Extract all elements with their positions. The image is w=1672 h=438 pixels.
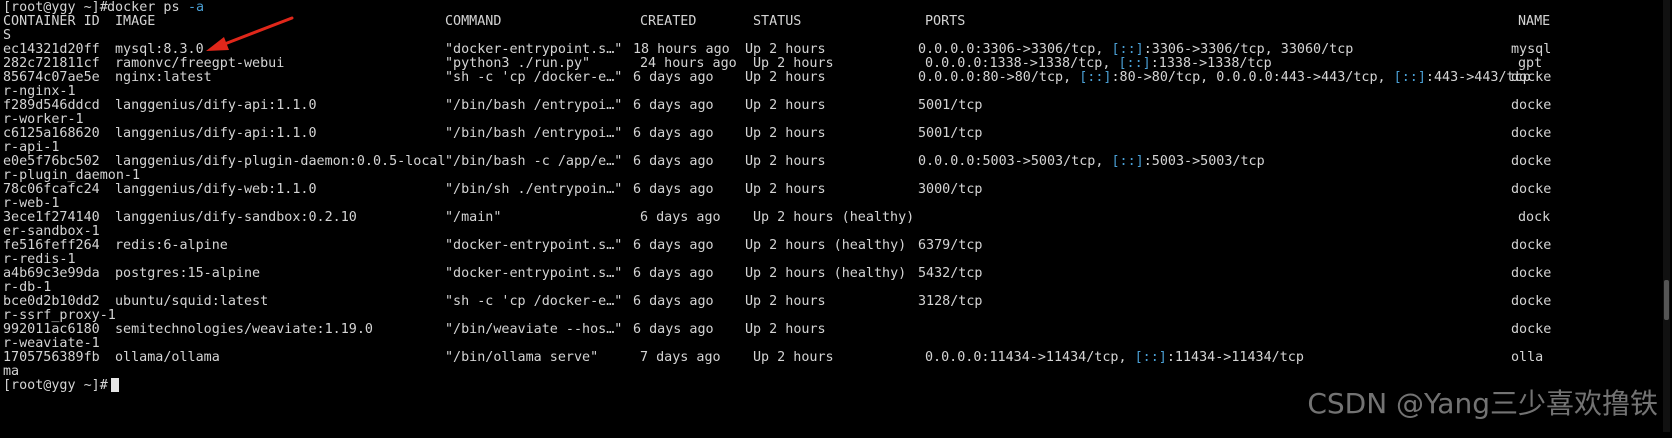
scrollbar-thumb[interactable] [1664, 280, 1669, 320]
red-arrow-annotation [206, 16, 294, 51]
csdn-watermark: CSDN @Yang三少喜欢撸铁 [1307, 387, 1658, 420]
vertical-scrollbar[interactable] [1663, 0, 1670, 432]
